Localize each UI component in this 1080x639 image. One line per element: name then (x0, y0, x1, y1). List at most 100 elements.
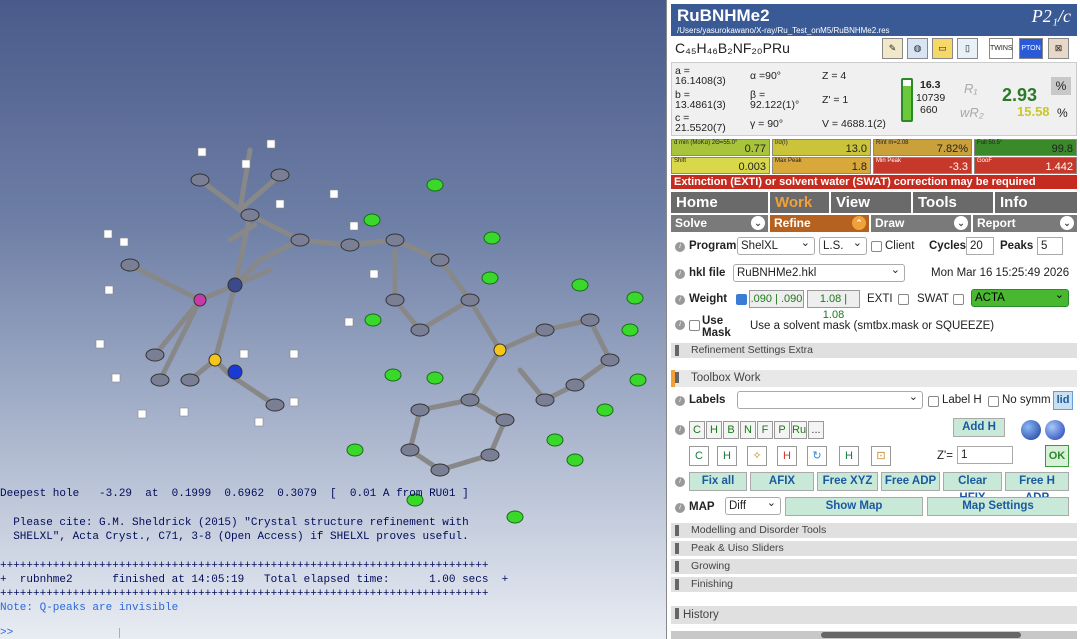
peaks-input[interactable]: 5 (1037, 237, 1063, 255)
no-symm-checkbox[interactable] (988, 396, 999, 407)
tab-tools[interactable]: Tools (913, 192, 993, 213)
tab-info[interactable]: Info (995, 192, 1077, 213)
folder-icon[interactable]: ▭ (932, 38, 953, 59)
collapse-icon[interactable]: ⊠ (1048, 38, 1069, 59)
refresh-icon[interactable]: ↻ (807, 446, 827, 466)
map-settings-button[interactable]: Map Settings (927, 497, 1069, 516)
wr2-pct: % (1057, 106, 1068, 120)
info-icon[interactable]: i (675, 396, 685, 406)
action-button[interactable]: AFIX (750, 472, 814, 491)
subtab-draw[interactable]: Draw ⌄ (871, 215, 971, 232)
show-map-button[interactable]: Show Map (785, 497, 923, 516)
structure-viewer[interactable]: Deepest hole -3.29 at 0.1999 0.6962 0.30… (0, 0, 666, 639)
exti-checkbox[interactable] (898, 294, 909, 305)
cell-c: 21.5520(7) (675, 122, 726, 134)
swat-checkbox[interactable] (953, 294, 964, 305)
tab-work[interactable]: Work (770, 192, 829, 213)
pencil-icon[interactable]: ✎ (882, 38, 903, 59)
hfix-icon[interactable]: H (839, 446, 859, 466)
subtab-solve[interactable]: Solve ⌄ (671, 215, 768, 232)
r1-pct[interactable]: % (1051, 77, 1071, 95)
globe-icon[interactable]: ◍ (907, 38, 928, 59)
console-prompt[interactable]: >> (0, 627, 13, 639)
element-button[interactable]: N (740, 421, 756, 439)
weight-suggested[interactable]: 1.08 | 1.08 (807, 290, 860, 321)
to-c-icon[interactable]: C (689, 446, 709, 466)
scrollbar-thumb[interactable] (821, 632, 1021, 638)
molecule-view[interactable] (0, 0, 666, 639)
tab-view[interactable]: View (831, 192, 911, 213)
grow-icon[interactable]: ⊡ (871, 446, 891, 466)
console-cite-1: Please cite: G.M. Sheldrick (2015) "Crys… (0, 517, 469, 529)
section-growing[interactable]: Growing (671, 559, 1077, 574)
chevron-down-icon: ⌄ (1060, 216, 1074, 230)
action-button[interactable]: Clear HFIX (943, 472, 1002, 504)
zprime-input[interactable]: 1 (957, 446, 1013, 464)
info-icon[interactable]: i (675, 320, 685, 330)
acta-select[interactable]: ACTA (971, 287, 1069, 307)
toolbox-work-bar[interactable]: Toolbox Work (671, 370, 1077, 387)
section-modelling[interactable]: Modelling and Disorder Tools (671, 523, 1077, 538)
element-button[interactable]: H (706, 421, 722, 439)
program-select[interactable]: ShelXL (737, 235, 815, 255)
weight-checkbox[interactable] (736, 294, 747, 305)
label-h-checkbox[interactable] (928, 396, 939, 407)
stat-label: Min Peak (876, 158, 902, 164)
horizontal-scrollbar[interactable] (671, 631, 1077, 639)
element-button[interactable]: Ru (791, 421, 807, 439)
map-select[interactable]: Diff (725, 495, 781, 515)
peaks-label: Peaks (1000, 240, 1034, 252)
add-h-button[interactable]: Add H (953, 418, 1005, 437)
ok-button[interactable]: OK (1045, 445, 1069, 467)
history-bar[interactable]: History (671, 606, 1077, 624)
to-h-icon[interactable]: H (717, 446, 737, 466)
tab-home[interactable]: Home (671, 192, 768, 213)
subtab-refine[interactable]: Refine ⌃ (770, 215, 869, 232)
info-icon[interactable]: i (675, 503, 685, 513)
element-button[interactable]: P (774, 421, 790, 439)
subtab-report[interactable]: Report ⌄ (973, 215, 1077, 232)
element-button[interactable]: B (723, 421, 739, 439)
delete-h-icon[interactable]: H (777, 446, 797, 466)
clean-icon[interactable]: ✧ (747, 446, 767, 466)
lid-button[interactable]: lid (1053, 391, 1073, 410)
info-icon[interactable]: i (675, 242, 685, 252)
ball-stick-icon[interactable] (1021, 420, 1041, 440)
label-h-label: Label H (942, 394, 982, 406)
action-button[interactable]: Free ADP (881, 472, 940, 491)
section-finishing[interactable]: Finishing (671, 577, 1077, 592)
section-peak-sliders[interactable]: Peak & Uiso Sliders (671, 541, 1077, 556)
action-button[interactable]: Free XYZ (817, 472, 878, 491)
hkl-date: Mon Mar 16 15:25:49 2026 (931, 267, 1070, 279)
stat-label: I/σ(I) (775, 140, 788, 146)
info-icon[interactable]: i (675, 477, 685, 487)
cycles-input[interactable]: 20 (966, 237, 994, 255)
mask-checkbox[interactable] (689, 320, 700, 331)
info-icon[interactable]: i (675, 425, 685, 435)
twins-icon[interactable]: TWINS (989, 38, 1013, 59)
action-button[interactable]: Free H ADP (1005, 472, 1069, 504)
notebook-icon[interactable]: ▯ (957, 38, 978, 59)
sphere-icon[interactable] (1045, 420, 1065, 440)
hkl-select[interactable]: RuBNHMe2.hkl (733, 262, 905, 282)
action-button[interactable]: Fix all (689, 472, 747, 491)
element-button[interactable]: F (757, 421, 773, 439)
method-select[interactable]: L.S. (819, 235, 867, 255)
labels-select[interactable] (737, 389, 923, 409)
console-separator-2: ++++++++++++++++++++++++++++++++++++++++… (0, 588, 489, 600)
cell-z: Z = 4 (822, 70, 847, 82)
refinement-extra-bar[interactable]: Refinement Settings Extra (671, 343, 1077, 358)
stat-4: Shift 0.003 (671, 157, 770, 174)
client-checkbox[interactable] (871, 241, 882, 252)
cell-beta: 92.122(1)° (750, 99, 800, 111)
weight-current[interactable]: .090 | .090 (749, 290, 804, 308)
cell-volume: V = 4688.1(2) (822, 118, 886, 130)
cycles-label: Cycles (929, 240, 967, 252)
info-icon[interactable]: i (675, 295, 685, 305)
info-icon[interactable]: i (675, 269, 685, 279)
zprime-label: Z'= (937, 450, 953, 462)
pton-icon[interactable]: PTON (1019, 38, 1043, 59)
element-button[interactable]: ... (808, 421, 824, 439)
element-button[interactable]: C (689, 421, 705, 439)
hkl-label: hkl file (689, 267, 726, 279)
